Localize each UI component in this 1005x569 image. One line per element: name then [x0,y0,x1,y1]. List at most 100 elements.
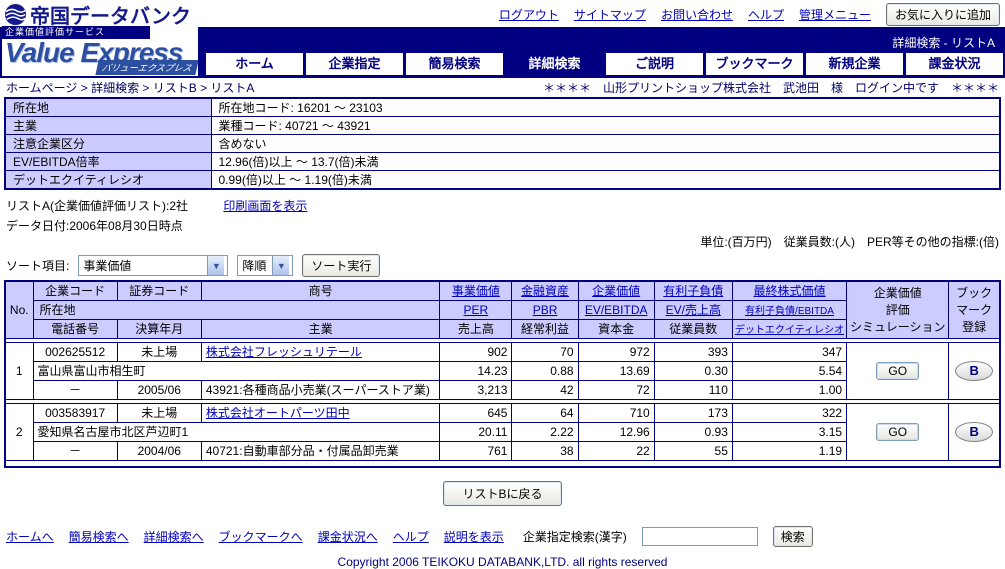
footer-bookmark-link[interactable]: ブックマークへ [219,528,303,545]
col-simulation: 企業価値 評価 シミュレーション [846,280,950,339]
bookmark-header-line: 登録 [962,320,987,335]
interest-debt: 393 [653,341,733,362]
record-1-row-1: 1 002625512 未上場 株式会社フレッシュリテール 902 70 972… [4,341,1001,400]
business-value: 902 [439,341,513,362]
col-phone: 電話番号 [32,318,118,339]
table-row: デットエクイティレシオ 0.99(倍)以上 ～ 1.19(倍)未満 [4,170,1001,190]
go-button[interactable]: GO [876,361,920,380]
condition-label: EV/EBITDA倍率 [4,152,212,171]
search-button[interactable]: 検索 [772,526,813,547]
sort-de-ratio-link[interactable]: デットエクイティレシオ [735,325,844,336]
simulation-cell: GO [846,341,950,400]
condition-value: 業種コード: 40721 ～ 43921 [210,116,1001,135]
header-row-1: No. 企業コード 証券コード 商号 事業価値 金融資産 企業価値 有利子負債 … [4,280,1001,339]
col-address: 所在地 [32,299,441,320]
tab-detail-search[interactable]: 詳細検索 [506,53,603,75]
bookmark-header-line: マーク [956,303,993,318]
final-equity: 347 [731,341,848,362]
tab-home[interactable]: ホーム [206,53,303,75]
company-code: 003583917 [32,402,118,423]
company-search-input[interactable] [641,527,758,546]
bookmark-button[interactable]: B [955,421,994,442]
help-link[interactable]: ヘルプ [748,6,784,23]
footer-links: ホームへ 簡易検索へ 詳細検索へ ブックマークへ 課金状況へ ヘルプ 説明を表示… [6,526,999,547]
contact-link[interactable]: お問い合わせ [661,6,733,23]
footer-home-link[interactable]: ホームへ [6,528,54,545]
debt-ebitda: 3.15 [731,421,848,442]
add-favorite-button[interactable]: お気に入りに追加 [885,2,1000,26]
sort-ev-ebitda-link[interactable]: EV/EBITDA [585,303,648,317]
bookmark-cell: B [948,341,1001,400]
footer-detail-search-link[interactable]: 詳細検索へ [144,528,204,545]
enterprise-value: 972 [577,341,655,362]
logout-link[interactable]: ログアウト [499,6,559,23]
footer-show-explanation-link[interactable]: 説明を表示 [444,528,504,545]
list-title: リストA(企業価値評価リスト):2社 [6,199,189,213]
back-row: リストBに戻る [0,481,1005,506]
fiscal: 2005/06 [116,379,202,400]
sort-per-link[interactable]: PER [464,303,489,317]
login-status: ＊＊＊＊ 山形プリントショップ株式会社 武池田 様 ログイン中です ＊＊＊＊ [542,81,999,95]
stock-code: 未上場 [116,341,202,362]
bookmark-button[interactable]: B [955,360,994,381]
per: 20.11 [439,421,513,442]
tab-explanation[interactable]: ご説明 [606,53,703,75]
sales: 761 [439,440,513,461]
footer-billing-link[interactable]: 課金状況へ [318,528,378,545]
final-equity: 322 [731,402,848,423]
tab-new-company[interactable]: 新規企業 [806,53,903,75]
company-code: 002625512 [32,341,118,362]
tab-billing[interactable]: 課金状況 [906,53,1003,75]
sort-final-equity-link[interactable]: 最終株式価値 [753,284,825,298]
condition-label: 注意企業区分 [4,134,212,153]
interest-debt: 173 [653,402,733,423]
company-name-link[interactable]: 株式会社オートパーツ田中 [206,406,350,420]
nav-tabs: ホーム 企業指定 簡易検索 詳細検索 ご説明 ブックマーク 新規企業 課金状況 [206,53,1003,75]
tab-bookmark[interactable]: ブックマーク [706,53,803,75]
admin-menu-link[interactable]: 管理メニュー [799,6,871,23]
go-button[interactable]: GO [876,422,920,441]
de-ratio: 1.00 [731,379,848,400]
sort-order-value: 降順 [242,259,267,273]
tab-simple-search[interactable]: 簡易検索 [406,53,503,75]
sort-financial-assets-link[interactable]: 金融資産 [521,284,569,298]
condition-value: 0.99(倍)以上 ～ 1.19(倍)未満 [210,170,1001,190]
col-fiscal: 決算年月 [116,318,202,339]
per: 14.23 [439,360,513,381]
sort-order-select[interactable]: 降順 ▼ [237,255,294,276]
sitemap-link[interactable]: サイトマップ [574,6,646,23]
value-express-logo: 企業価値評価サービス Value Express バリューエクスプレス [2,26,199,76]
sort-field-value: 事業価値 [83,259,132,273]
ev-sales: 0.30 [653,360,733,381]
sort-field-select[interactable]: 事業価値 ▼ [78,255,229,276]
col-ordinary-profit: 経常利益 [511,318,579,339]
sort-pbr-link[interactable]: PBR [533,303,558,317]
top-bar: 帝国データバンク ログアウト サイトマップ お問い合わせ ヘルプ 管理メニュー … [0,0,1005,28]
col-no: No. [4,280,34,339]
col-stock-code: 証券コード [116,280,202,301]
separator-row [5,459,1000,468]
company-name-link[interactable]: 株式会社フレッシュリテール [206,345,362,359]
sort-business-value-link[interactable]: 事業価値 [452,284,500,298]
teikoku-globe-icon [4,3,27,25]
footer-help-link[interactable]: ヘルプ [393,528,429,545]
sort-ev-sales-link[interactable]: EV/売上高 [666,303,721,317]
sort-enterprise-value-link[interactable]: 企業価値 [592,284,640,298]
de-ratio: 1.19 [731,440,848,461]
sort-execute-button[interactable]: ソート実行 [302,254,381,277]
tab-company-specify[interactable]: 企業指定 [306,53,403,75]
table-row: 注意企業区分 含めない [4,134,1001,153]
industry: 43921:各種商品小売業(スーパーストア業) [200,379,441,400]
back-to-list-b-button[interactable]: リストBに戻る [443,481,562,506]
condition-value: 含めない [210,134,1001,153]
ordinary-profit: 42 [511,379,579,400]
condition-value: 所在地コード: 16201 ～ 23103 [210,97,1001,117]
top-utility-links: ログアウト サイトマップ お問い合わせ ヘルプ 管理メニュー お気に入りに追加 [499,2,1000,26]
phone: － [32,440,118,461]
sort-interest-debt-link[interactable]: 有利子負債 [663,284,723,298]
footer-simple-search-link[interactable]: 簡易検索へ [69,528,129,545]
sort-debt-ebitda-link[interactable]: 有利子負債/EBITDA [745,306,834,317]
condition-label: デットエクイティレシオ [4,170,212,190]
print-view-link[interactable]: 印刷画面を表示 [223,199,307,213]
col-trade-name: 商号 [200,280,441,301]
